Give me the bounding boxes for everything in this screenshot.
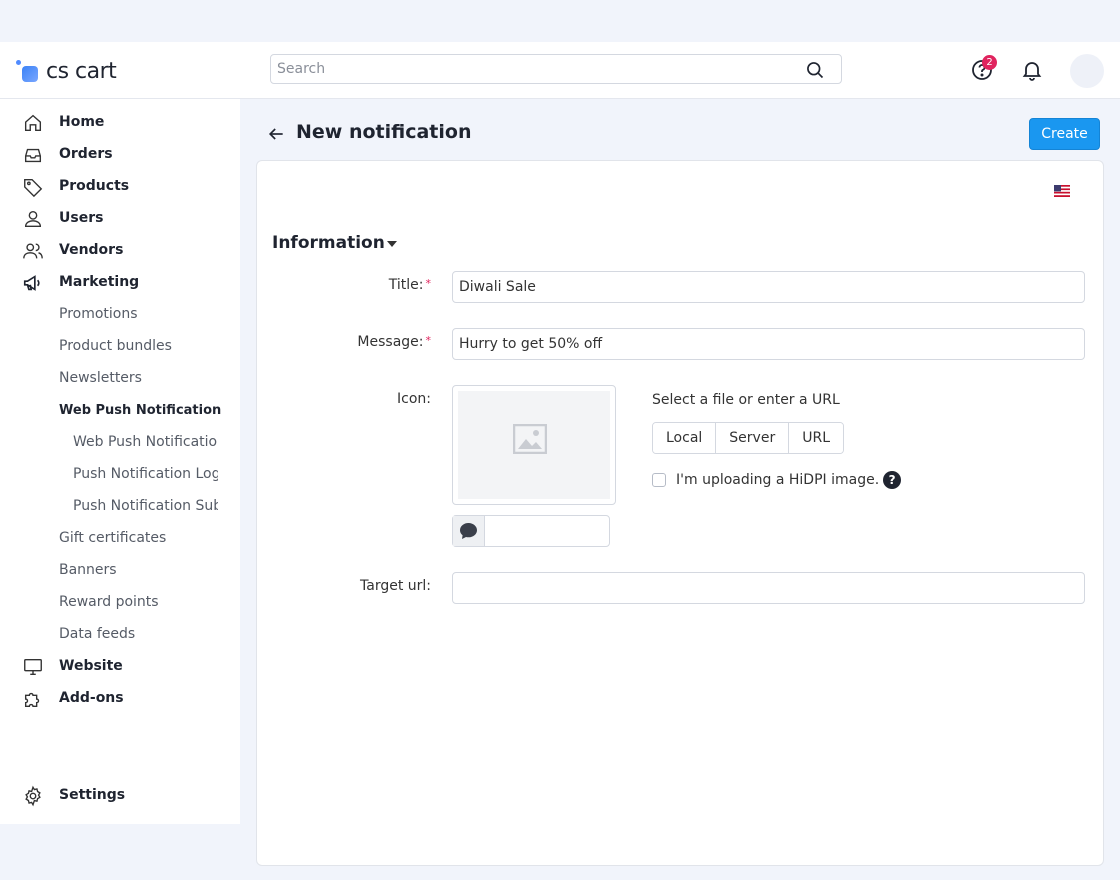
avatar[interactable] [1070,54,1104,88]
logo[interactable]: cs cart [16,58,117,84]
gear-icon [25,785,41,807]
sidebar-item-label: Orders [59,146,113,162]
sidebar-item-vendors[interactable]: Vendors [0,234,240,266]
alt-text-addon [453,516,485,546]
users-icon [23,243,43,259]
top-bar: cs cart 2 [0,42,1120,99]
sidebar-subitem-banners[interactable]: Banners [59,554,117,586]
sidebar-item-label: Home [59,114,105,130]
local-button[interactable]: Local [653,423,717,453]
sidebar-item-label: Products [59,178,130,194]
image-preview [452,385,616,505]
alt-text-field [452,515,610,548]
target-url-label: Target url: [360,578,431,594]
sidebar-subsubitem-push-notification-subscribers[interactable]: Push Notification Subscribers [73,490,218,522]
sidebar-subitem-reward-points[interactable]: Reward points [59,586,159,618]
required-mark: * [425,277,432,290]
sidebar-item-label: Users [59,210,104,226]
hidpi-label: I'm uploading a HiDPI image. [676,472,880,488]
sidebar-item-website[interactable]: Website [0,650,240,682]
required-mark: * [425,334,432,347]
sidebar-item-orders[interactable]: Orders [0,138,240,170]
back-arrow-icon[interactable] [266,124,286,144]
alt-text-input[interactable] [485,516,609,548]
caret-down-icon[interactable] [387,241,397,247]
monitor-icon [24,658,42,676]
sidebar-item-products[interactable]: Products [0,170,240,202]
section-title[interactable]: Information [272,233,385,253]
search-icon[interactable] [805,60,825,80]
sidebar-item-add-ons[interactable]: Add-ons [0,682,240,714]
logo-mark-icon [16,59,42,83]
image-placeholder-icon [513,424,547,454]
sidebar-item-label: Website [59,658,123,674]
sidebar-item-home[interactable]: Home [0,106,240,138]
megaphone-icon [23,275,40,291]
sidebar-item-settings[interactable]: Settings [0,779,240,811]
sidebar-subsubitem-push-notification-log[interactable]: Push Notification Log [73,458,218,490]
speech-bubble-icon [460,523,477,539]
user-icon [24,210,42,228]
target-url-input[interactable] [452,572,1085,604]
search-box [270,54,842,84]
bell-icon[interactable] [1020,58,1044,82]
help-badge: 2 [982,55,997,70]
sidebar-subitem-promotions[interactable]: Promotions [59,298,138,330]
logo-text: cs cart [46,58,117,84]
sidebar-item-label: Marketing [59,274,140,290]
sidebar-subitem-gift-certificates[interactable]: Gift certificates [59,522,166,554]
title-label: Title: * [388,277,432,293]
hidpi-checkbox[interactable] [652,473,666,487]
title-input[interactable] [452,271,1085,303]
file-source-selector: Local Server URL [652,422,844,454]
message-label: Message: * [357,334,431,350]
hidpi-option: I'm uploading a HiDPI image. ? [652,470,902,490]
sidebar-item-users[interactable]: Users [0,202,240,234]
sidebar-item-label: Settings [59,787,126,803]
sidebar-subitem-product-bundles[interactable]: Product bundles [59,330,172,362]
search-input[interactable] [271,55,803,83]
sidebar-subsubitem-web-push-notification[interactable]: Web Push Notification [73,426,218,458]
page-header: New notification Create [256,118,1104,152]
puzzle-icon [24,692,40,708]
sidebar-subitem-newsletters[interactable]: Newsletters [59,362,142,394]
sidebar-subitem-data-feeds[interactable]: Data feeds [59,618,135,650]
sidebar-subitem-web-push-notification[interactable]: Web Push Notification [59,394,221,426]
inbox-icon [24,148,42,163]
sidebar: Home Orders Products Users Vendors Marke… [0,99,240,824]
icon-label: Icon: [397,391,431,407]
message-input[interactable] [452,328,1085,360]
sidebar-item-label: Vendors [59,242,124,258]
question-icon[interactable]: ? [883,471,902,489]
create-button[interactable]: Create [1029,118,1100,150]
select-file-text: Select a file or enter a URL [652,392,840,408]
home-icon [24,114,42,132]
tag-icon [24,178,43,198]
sidebar-item-marketing[interactable]: Marketing [0,266,240,298]
us-flag-icon[interactable] [1054,185,1070,197]
server-button[interactable]: Server [716,423,790,453]
form-panel: Information Title:* Message:* Icon: Sele… [256,160,1104,866]
page-title: New notification [296,121,472,143]
sidebar-item-label: Add-ons [59,690,124,706]
url-button[interactable]: URL [789,423,843,453]
